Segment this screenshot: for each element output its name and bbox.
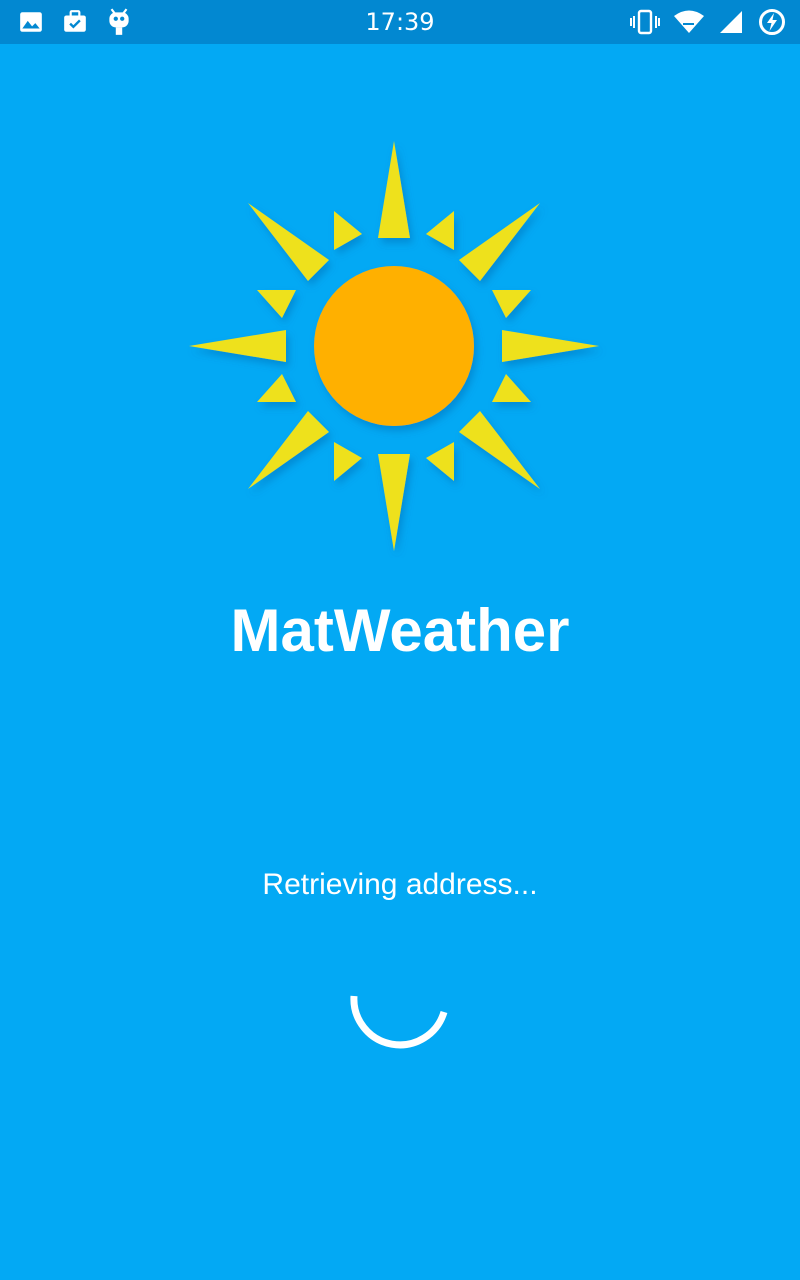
battery-charging-icon	[758, 8, 786, 36]
status-bar: 17:39	[0, 0, 800, 44]
vibrate-icon	[630, 9, 660, 35]
signal-icon	[718, 10, 744, 34]
loading-status-text: Retrieving address...	[262, 868, 538, 901]
status-bar-system-icons	[630, 8, 786, 36]
loading-spinner	[348, 950, 452, 1054]
app-title: MatWeather	[230, 597, 570, 664]
sun-logo-icon	[180, 138, 610, 558]
wifi-icon	[674, 10, 704, 34]
